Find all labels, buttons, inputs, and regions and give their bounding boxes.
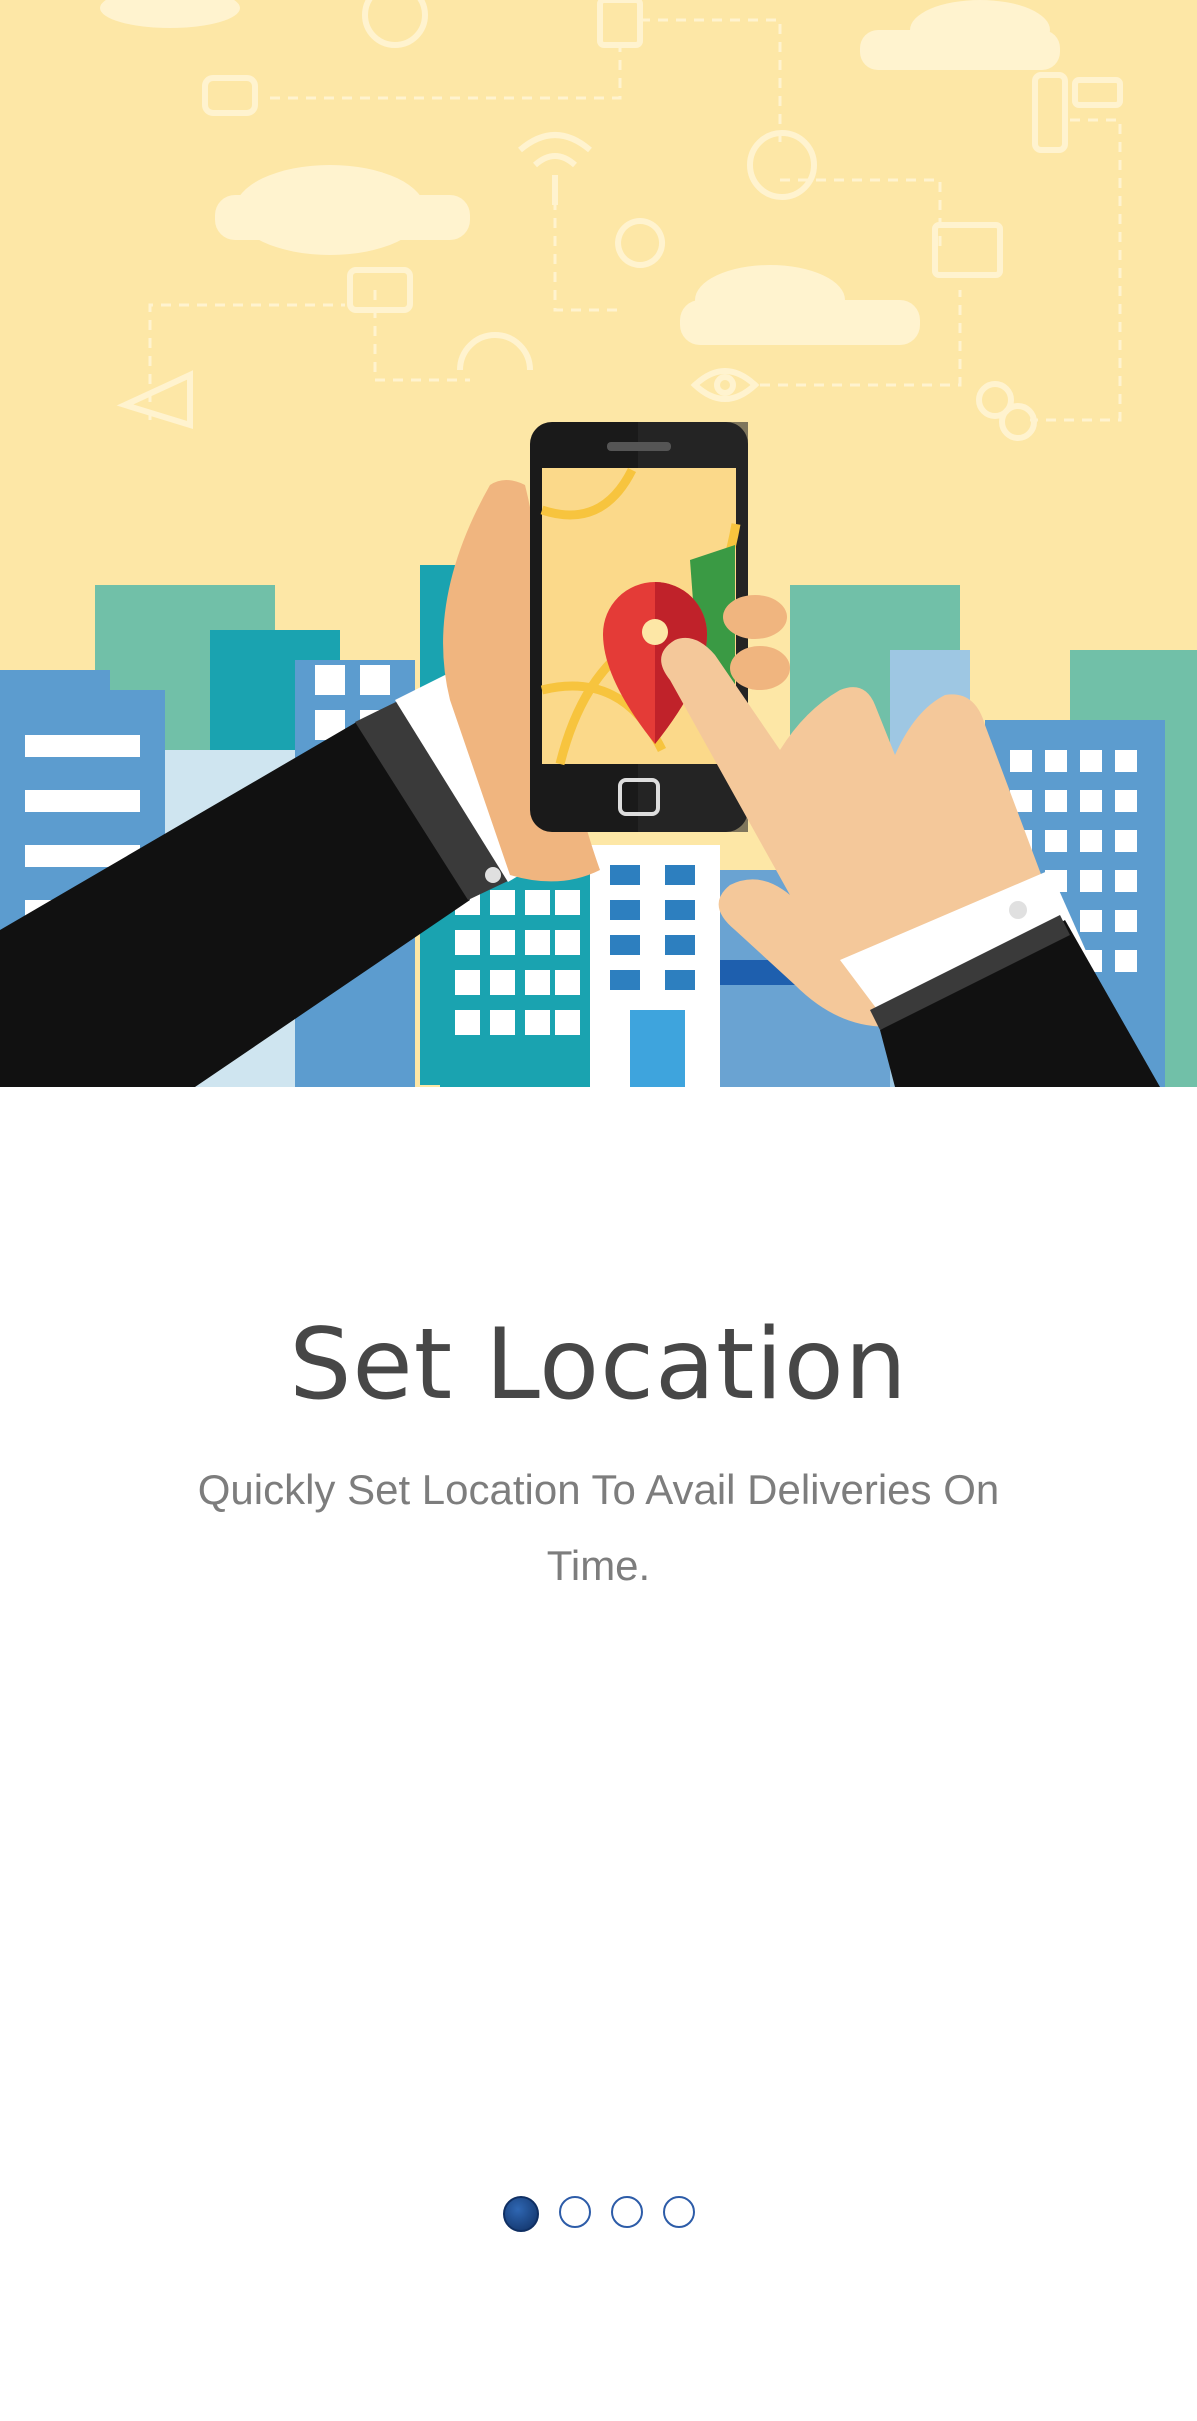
page-dot-3[interactable]: [610, 2196, 643, 2228]
onboarding-illustration: [0, 0, 1197, 1087]
page-subtitle: Quickly Set Location To Avail Deliveries…: [197, 1466, 1000, 1589]
page-dot-4[interactable]: [662, 2196, 695, 2228]
onboarding-screen: Set Location Quickly Set Location To Ava…: [0, 0, 1197, 2421]
page-dot-2[interactable]: [558, 2196, 591, 2228]
page-title: Set Location: [289, 1308, 908, 1422]
page-dot-1[interactable]: [502, 2196, 539, 2232]
pagination-dots: [0, 2196, 1197, 2236]
